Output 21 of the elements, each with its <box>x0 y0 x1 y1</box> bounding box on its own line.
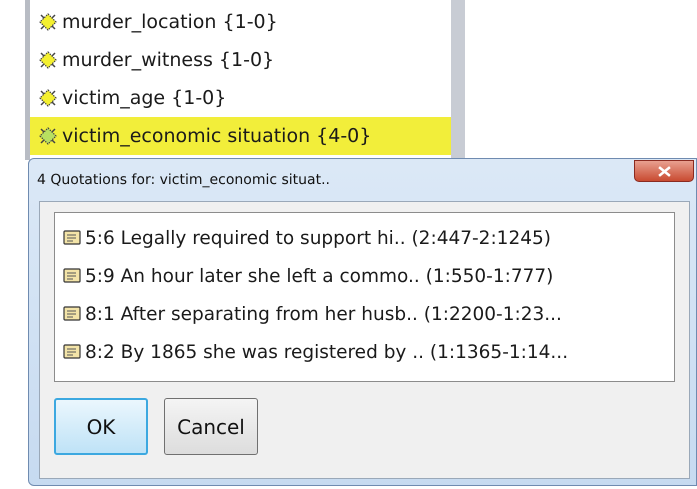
quotation-icon <box>63 268 81 284</box>
quotation-item[interactable]: 5:9 An hour later she left a commo.. (1:550-1:777) <box>63 257 666 295</box>
quotation-item[interactable]: 5:6 Legally required to support hi.. (2:447-2:1245) <box>63 219 666 257</box>
ok-button[interactable]: OK <box>54 398 148 455</box>
code-item[interactable]: murder_witness {1-0} <box>30 41 451 79</box>
code-item[interactable]: murder_location {1-0} <box>30 3 451 41</box>
code-icon <box>38 12 58 32</box>
cancel-button[interactable]: Cancel <box>164 398 258 455</box>
code-item[interactable]: victim_age {1-0} <box>30 79 451 117</box>
code-icon <box>38 126 58 146</box>
code-item[interactable]: victim_economic situation {4-0} <box>30 117 451 155</box>
close-button[interactable] <box>634 160 694 182</box>
dialog-title: 4 Quotations for: victim_economic situat.. <box>37 172 330 188</box>
quotation-item[interactable]: 8:1 After separating from her husb.. (1:2200-1:23... <box>63 295 666 333</box>
quotation-icon <box>63 344 81 360</box>
code-icon <box>38 88 58 108</box>
close-icon <box>658 166 670 176</box>
quotation-icon <box>63 230 81 246</box>
code-icon <box>38 50 58 70</box>
quotation-icon <box>63 306 81 322</box>
quotation-item[interactable]: 8:2 By 1865 she was registered by .. (1:1365-1:14... <box>63 333 666 371</box>
